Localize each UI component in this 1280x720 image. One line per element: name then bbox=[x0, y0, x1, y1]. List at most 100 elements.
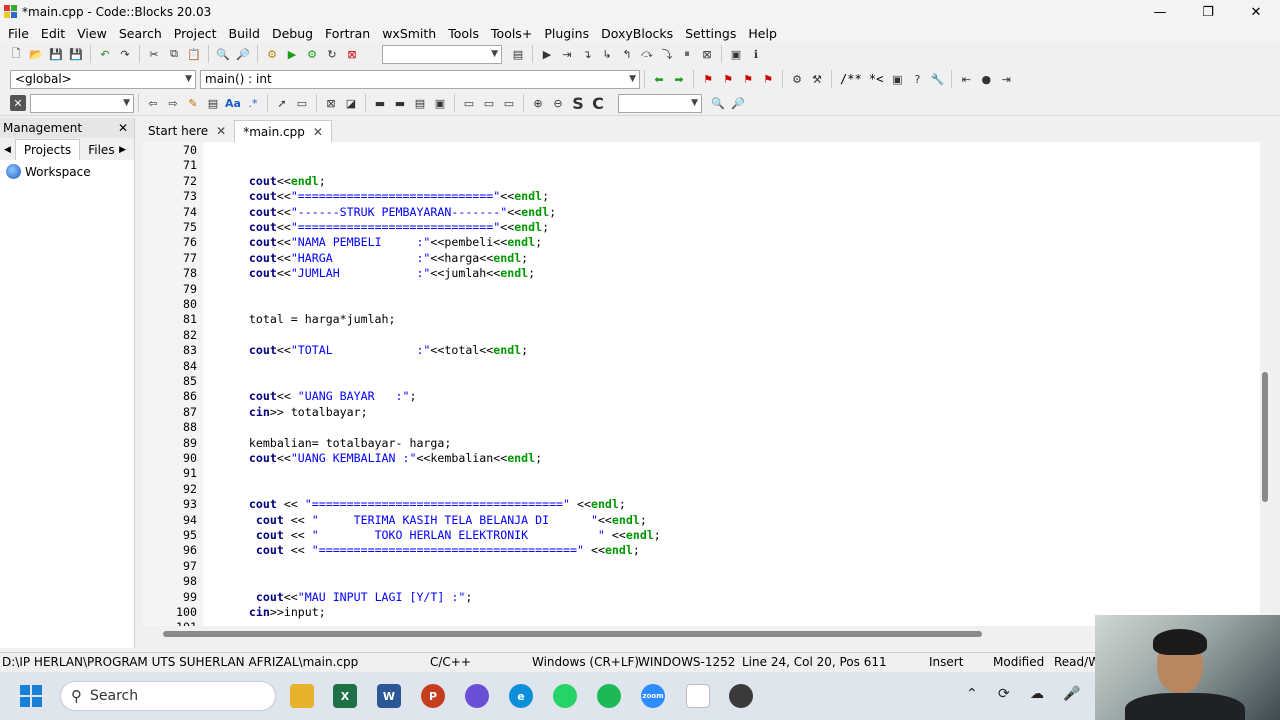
regex-icon[interactable]: .* bbox=[245, 95, 261, 111]
code-line[interactable]: 75 cout<<"============================"<… bbox=[143, 220, 1253, 235]
clipchamp-icon[interactable] bbox=[465, 684, 489, 708]
code-line[interactable]: 78 cout<<"JUMLAH :"<<jumlah<<endl; bbox=[143, 266, 1253, 281]
menu-tools-plus[interactable]: Tools+ bbox=[485, 26, 538, 41]
match-case-icon[interactable]: Aa bbox=[225, 95, 241, 111]
powerpoint-icon[interactable]: P bbox=[421, 684, 445, 708]
build-gear-icon[interactable]: ⚙ bbox=[264, 46, 280, 62]
zoom-in-icon[interactable]: ⊕ bbox=[530, 95, 546, 111]
close-icon[interactable]: ✕ bbox=[118, 121, 128, 135]
selected-text-only-icon[interactable]: ▤ bbox=[205, 95, 221, 111]
nassi-block-icon[interactable]: ▣ bbox=[432, 95, 448, 111]
menu-search[interactable]: Search bbox=[113, 26, 168, 41]
code-line[interactable]: 98 bbox=[143, 574, 1253, 589]
zoom-icon[interactable]: zoom bbox=[641, 684, 665, 708]
nassi-return-icon[interactable]: ▭ bbox=[501, 95, 517, 111]
debug-windows-icon[interactable]: ▣ bbox=[728, 46, 744, 62]
search-options-icon[interactable]: 🔎 bbox=[730, 95, 746, 111]
rebuild-icon[interactable]: ↻ bbox=[324, 46, 340, 62]
menu-debug[interactable]: Debug bbox=[266, 26, 319, 41]
save-all-icon[interactable]: 💾 bbox=[68, 46, 84, 62]
step-into-instruction-icon[interactable]: ⤵ bbox=[659, 46, 675, 62]
menu-settings[interactable]: Settings bbox=[679, 26, 742, 41]
code-line[interactable]: 94 cout << " TERIMA KASIH TELA BELANJA D… bbox=[143, 513, 1253, 528]
menu-tools[interactable]: Tools bbox=[442, 26, 485, 41]
code-editor[interactable]: 70 71 72 cout<<endl; 73 cout<<"============… bbox=[143, 142, 1269, 626]
previous-bookmark-icon[interactable]: ⚑ bbox=[720, 71, 736, 87]
vertical-scrollbar[interactable] bbox=[1260, 142, 1270, 626]
file-explorer-icon[interactable] bbox=[290, 684, 314, 708]
nassi-while-icon[interactable]: ▬ bbox=[372, 95, 388, 111]
highlight-icon[interactable]: ✎ bbox=[185, 95, 201, 111]
rectangle-icon[interactable]: ▭ bbox=[294, 95, 310, 111]
step-into-icon[interactable]: ↳ bbox=[599, 46, 615, 62]
code-line[interactable]: 93 cout << "============================… bbox=[143, 497, 1253, 512]
menu-edit[interactable]: Edit bbox=[35, 26, 71, 41]
clear-search-icon[interactable]: ✕ bbox=[10, 95, 26, 111]
nassi-if-icon[interactable]: ◪ bbox=[343, 95, 359, 111]
scope-combo[interactable]: <global> ▼ bbox=[10, 69, 196, 89]
pause-icon[interactable]: ⏸ bbox=[679, 46, 695, 62]
code-line[interactable]: 88 bbox=[143, 420, 1253, 435]
doxy-chm-icon[interactable]: ? bbox=[909, 71, 925, 87]
close-tab-icon[interactable]: ✕ bbox=[216, 124, 226, 138]
excel-icon[interactable]: X bbox=[333, 684, 357, 708]
menu-doxyblocks[interactable]: DoxyBlocks bbox=[595, 26, 679, 41]
paste-icon[interactable]: 📋 bbox=[186, 46, 202, 62]
spotify-icon[interactable] bbox=[597, 684, 621, 708]
step-out-icon[interactable]: ↰ bbox=[619, 46, 635, 62]
code-line[interactable]: 92 bbox=[143, 482, 1253, 497]
cloud-icon[interactable]: ☁ bbox=[1030, 686, 1044, 702]
doxy-config-icon[interactable]: 🔧 bbox=[929, 71, 945, 87]
obs-icon[interactable] bbox=[729, 684, 753, 708]
menu-build[interactable]: Build bbox=[223, 26, 266, 41]
sync-icon[interactable]: ⟳ bbox=[998, 686, 1010, 702]
search-next-icon[interactable]: ⇨ bbox=[165, 95, 181, 111]
code-line[interactable]: 77 cout<<"HARGA :"<<harga<<endl; bbox=[143, 251, 1253, 266]
code-line[interactable]: 91 bbox=[143, 466, 1253, 481]
cut-icon[interactable]: ✂ bbox=[146, 46, 162, 62]
code-line[interactable]: 99 cout<<"MAU INPUT LAGI [Y/T] :"; bbox=[143, 590, 1253, 605]
menu-plugins[interactable]: Plugins bbox=[538, 26, 595, 41]
clear-bookmarks-icon[interactable]: ⚑ bbox=[760, 71, 776, 87]
redo-icon[interactable]: ↷ bbox=[117, 46, 133, 62]
build-target-list-icon[interactable]: ▤ bbox=[510, 46, 526, 62]
jump-back-icon[interactable]: ⬅ bbox=[651, 71, 667, 87]
word-icon[interactable]: W bbox=[377, 684, 401, 708]
tab-projects[interactable]: Projects bbox=[14, 139, 81, 160]
nassi-s-button[interactable]: S bbox=[570, 94, 586, 113]
tab-start-here[interactable]: Start here ✕ bbox=[140, 120, 234, 142]
code-line[interactable]: 83 cout<<"TOTAL :"<<total<<endl; bbox=[143, 343, 1253, 358]
code-line[interactable]: 89 kembalian= totalbayar- harga; bbox=[143, 436, 1253, 451]
doxy-wizard-icon[interactable]: ⚙ bbox=[789, 71, 805, 87]
run-icon[interactable]: ▶ bbox=[284, 46, 300, 62]
nassi-dowhile-icon[interactable]: ▬ bbox=[392, 95, 408, 111]
codeblocks-taskbar-icon[interactable] bbox=[686, 684, 710, 708]
code-line[interactable]: 87 cin>> totalbayar; bbox=[143, 405, 1253, 420]
menu-file[interactable]: File bbox=[2, 26, 35, 41]
tray-overflow-chevron-icon[interactable]: ⌃ bbox=[966, 686, 978, 702]
code-line[interactable]: 80 bbox=[143, 297, 1253, 312]
nassi-continue-icon[interactable]: ▭ bbox=[481, 95, 497, 111]
debug-info-icon[interactable]: ℹ bbox=[748, 46, 764, 62]
change-marker-icon[interactable]: ● bbox=[978, 71, 994, 87]
jump-forward-icon[interactable]: ➡ bbox=[671, 71, 687, 87]
nassi-loop-icon[interactable]: ⊠ bbox=[323, 95, 339, 111]
toggle-bookmark-icon[interactable]: ⚑ bbox=[700, 71, 716, 87]
workspace-tree-item[interactable]: Workspace bbox=[0, 160, 134, 183]
abort-icon[interactable]: ⊠ bbox=[344, 46, 360, 62]
stop-debug-icon[interactable]: ⊠ bbox=[699, 46, 715, 62]
code-line[interactable]: 85 bbox=[143, 374, 1253, 389]
menu-view[interactable]: View bbox=[71, 26, 113, 41]
horizontal-scrollbar-thumb[interactable] bbox=[163, 631, 982, 637]
tab-main-cpp[interactable]: *main.cpp ✕ bbox=[234, 120, 332, 142]
edge-icon[interactable]: e bbox=[509, 684, 533, 708]
code-line[interactable]: 74 cout<<"------STRUK PEMBAYARAN-------"… bbox=[143, 205, 1253, 220]
code-line[interactable]: 79 bbox=[143, 282, 1253, 297]
code-line[interactable]: 70 bbox=[143, 143, 1253, 158]
tab-scroll-right-icon[interactable]: ▶ bbox=[115, 145, 130, 160]
code-line[interactable]: 82 bbox=[143, 328, 1253, 343]
open-file-icon[interactable]: 📂 bbox=[28, 46, 44, 62]
code-line[interactable]: 95 cout << " TOKO HERLAN ELEKTRONIK " <<… bbox=[143, 528, 1253, 543]
tab-scroll-left-icon[interactable]: ◀ bbox=[0, 145, 15, 160]
nassi-c-button[interactable]: C bbox=[590, 94, 606, 113]
